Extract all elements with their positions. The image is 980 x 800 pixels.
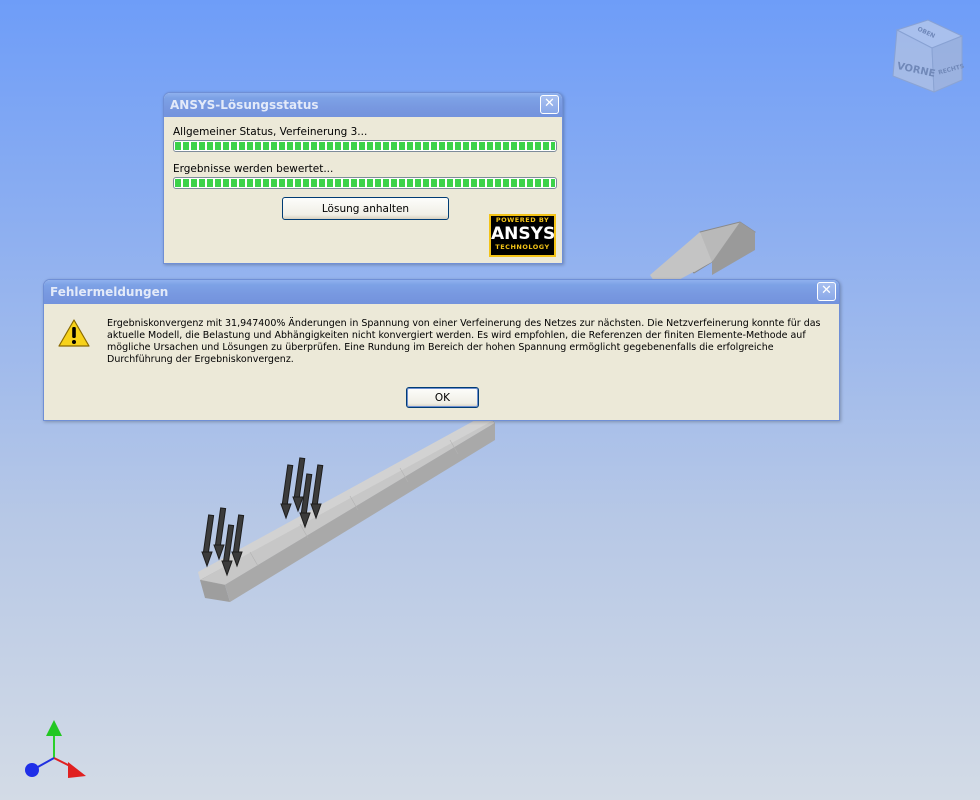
overall-progress-fill: [175, 142, 555, 150]
error-message: Ergebniskonvergenz mit 31,947400% Änderu…: [107, 318, 837, 366]
axis-triad: [25, 720, 86, 778]
close-icon: ✕: [821, 283, 832, 298]
ok-button[interactable]: OK: [406, 387, 479, 408]
solve-status-title: ANSYS-Lösungsstatus: [170, 98, 319, 112]
error-message-line-1: Ergebniskonvergenz mit 31,947400% Änderu…: [107, 318, 821, 329]
error-close-button[interactable]: ✕: [817, 282, 836, 301]
logo-brand-text: ANSYS: [491, 224, 556, 244]
stop-solution-button[interactable]: Lösung anhalten: [282, 197, 449, 220]
close-icon: ✕: [544, 96, 555, 111]
logo-bottom-text: TECHNOLOGY: [495, 243, 550, 251]
results-progress-fill: [175, 179, 555, 187]
ansys-logo: POWERED BY ANSYS TECHNOLOGY: [489, 214, 556, 257]
error-messages-dialog[interactable]: Fehlermeldungen ✕ Ergebniskonvergenz mit…: [43, 279, 840, 421]
warning-icon: [58, 319, 90, 347]
solve-status-dialog[interactable]: ANSYS-Lösungsstatus ✕ Allgemeiner Status…: [163, 92, 563, 264]
solve-status-close-button[interactable]: ✕: [540, 95, 559, 114]
x-axis-arrow-icon: [68, 762, 86, 778]
z-axis-ball-icon: [25, 763, 39, 777]
solve-status-titlebar[interactable]: ANSYS-Lösungsstatus ✕: [164, 93, 562, 117]
error-title: Fehlermeldungen: [50, 285, 169, 299]
y-axis-arrow-icon: [46, 720, 62, 736]
error-titlebar[interactable]: Fehlermeldungen ✕: [44, 280, 839, 304]
overall-status-label: Allgemeiner Status, Verfeinerung 3...: [173, 126, 368, 138]
results-progress-bar: [173, 177, 557, 189]
error-message-line-3: mögliche Ursachen und Lösungen zu überpr…: [107, 342, 774, 353]
view-cube[interactable]: VORNE OBEN RECHTS: [892, 19, 965, 93]
force-arrow-group-right: [280, 457, 324, 529]
results-status-label: Ergebnisse werden bewertet...: [173, 163, 334, 175]
overall-progress-bar: [173, 140, 557, 152]
error-message-line-2: aktuelle Modell, die Belastung und Abhän…: [107, 330, 806, 341]
error-message-line-4: Durchführung der Ergebniskonvergenz.: [107, 354, 294, 365]
